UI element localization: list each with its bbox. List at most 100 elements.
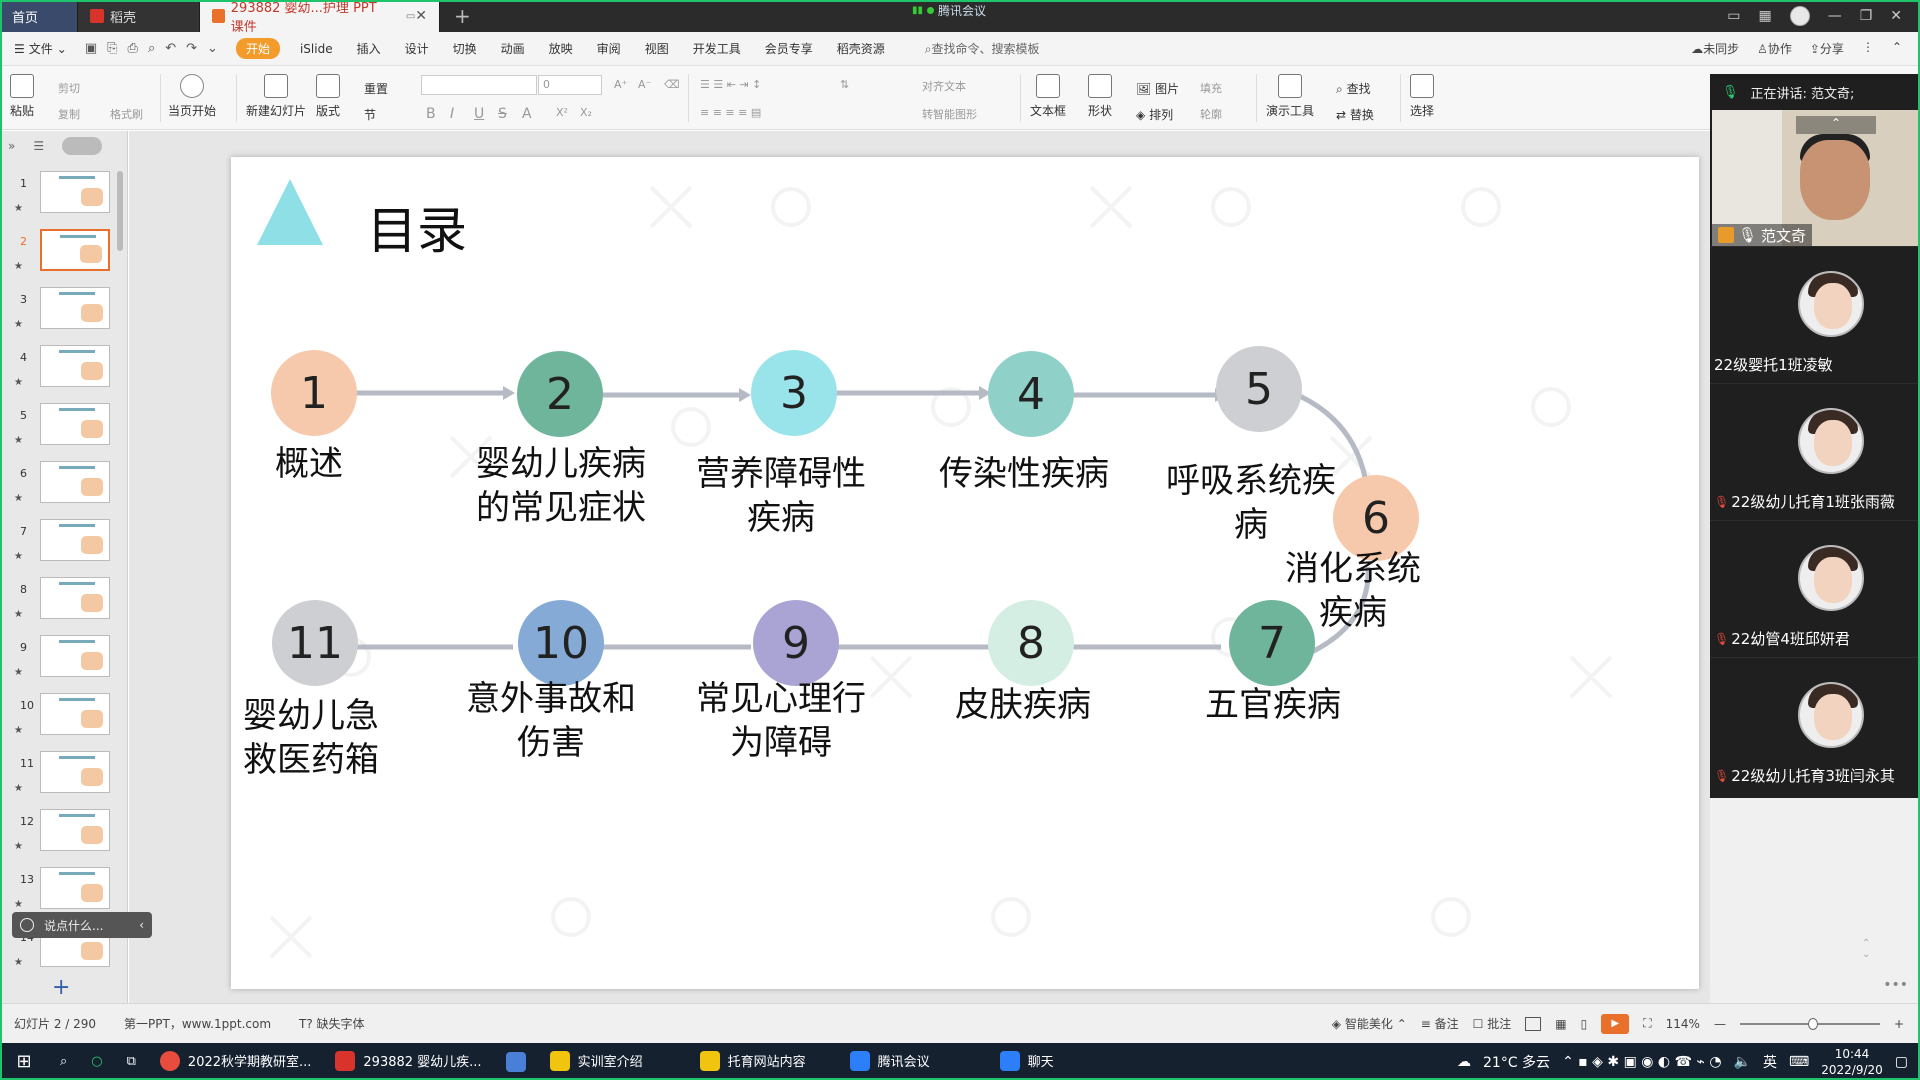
- meeting-indicator[interactable]: ▮▮ 腾讯会议: [912, 2, 986, 19]
- cut-button[interactable]: 剪切: [58, 80, 80, 96]
- save-icon[interactable]: ▣: [85, 41, 97, 56]
- windows-start-icon[interactable]: ⊞: [0, 1043, 48, 1080]
- weather-text[interactable]: 21°C 多云: [1483, 1052, 1550, 1072]
- shape-button[interactable]: 形状: [1088, 74, 1112, 119]
- minimize-icon[interactable]: —: [1828, 8, 1842, 24]
- new-slide-button[interactable]: 新建幻灯片: [246, 74, 306, 119]
- sorter-view-icon[interactable]: ▦: [1555, 1017, 1566, 1031]
- collaborate-button[interactable]: ♙协作: [1757, 40, 1792, 57]
- toc-label-4[interactable]: 传染性疾病: [934, 452, 1114, 496]
- notes-button[interactable]: ≡ 备注: [1421, 1015, 1459, 1032]
- more-options-icon[interactable]: •••: [1883, 977, 1908, 993]
- slide-thumbnail[interactable]: 12 ★: [0, 809, 120, 867]
- toc-label-10[interactable]: 意外事故和 伤害: [461, 677, 641, 765]
- toc-node-4[interactable]: 4: [988, 351, 1074, 437]
- taskbar-app-chat[interactable]: 聊天: [987, 1043, 1138, 1080]
- menu-design[interactable]: 设计: [393, 40, 441, 57]
- scroll-up-icon[interactable]: ⌃: [1796, 116, 1876, 134]
- expand-panel-icon[interactable]: »: [8, 139, 15, 153]
- copy-button[interactable]: 复制: [58, 106, 80, 122]
- subscript-icon[interactable]: X₂: [580, 106, 592, 119]
- redo-icon[interactable]: ↷: [186, 41, 197, 56]
- chevron-left-icon[interactable]: ‹: [139, 918, 152, 932]
- menu-slideshow[interactable]: 放映: [537, 40, 585, 57]
- tray-icons[interactable]: ⌃ ▪ ◈ ✱ ▣ ◉ ◐ ☎ ⌁ ◔: [1562, 1054, 1722, 1070]
- align-icons[interactable]: ≡ ≡ ≡ ≡ ▤: [700, 106, 761, 119]
- zoom-in-icon[interactable]: +: [1894, 1017, 1904, 1031]
- participant-tile[interactable]: 🎙 22幼管4班邱妍君: [1710, 520, 1920, 657]
- slide-thumbnail[interactable]: 2 ★: [0, 229, 120, 287]
- avatar[interactable]: [1789, 6, 1810, 26]
- slide-canvas[interactable]: 目录 1 概述 2 婴幼儿疾病 的常见症状 3 营养障碍性 疾病 4 传染性疾病…: [231, 157, 1699, 989]
- present-tools-button[interactable]: 演示工具: [1266, 74, 1314, 119]
- replace-button[interactable]: ⇄ 替换: [1336, 106, 1374, 123]
- notification-icon[interactable]: ▢: [1895, 1054, 1908, 1070]
- toc-node-7[interactable]: 7: [1229, 600, 1315, 686]
- window-close-icon[interactable]: ✕: [1890, 8, 1902, 24]
- restore-icon[interactable]: ❐: [1860, 8, 1873, 24]
- shrink-font-icon[interactable]: A⁻: [638, 78, 651, 91]
- export-icon[interactable]: ⎘: [107, 41, 117, 56]
- menu-view[interactable]: 视图: [633, 40, 681, 57]
- picture-button[interactable]: 🖼 图片: [1136, 80, 1179, 97]
- keyboard-icon[interactable]: ⌨: [1789, 1054, 1809, 1070]
- fill-button[interactable]: 填充: [1200, 80, 1222, 96]
- preview-icon[interactable]: ⌕: [148, 41, 155, 56]
- new-tab-button[interactable]: +: [440, 0, 485, 32]
- toc-node-5[interactable]: 5: [1216, 346, 1302, 432]
- text-direction-icon[interactable]: ⇅: [840, 78, 849, 91]
- participant-tile[interactable]: 🎙 22级幼儿托育1班张雨薇: [1710, 383, 1920, 520]
- bullets-icon[interactable]: ☰ ☰ ⇤ ⇥ ↕: [700, 78, 761, 91]
- superscript-icon[interactable]: X²: [556, 106, 568, 119]
- slide-thumbnail[interactable]: 7 ★: [0, 519, 120, 577]
- search-taskbar-icon[interactable]: ⌕: [48, 1043, 79, 1080]
- toc-label-11[interactable]: 婴幼儿急 救医药箱: [231, 694, 401, 782]
- play-current-button[interactable]: 当页开始: [168, 74, 216, 119]
- outline-button[interactable]: 轮廓: [1200, 106, 1222, 122]
- sync-button[interactable]: ☁未同步: [1691, 40, 1739, 57]
- menu-insert[interactable]: 插入: [345, 40, 393, 57]
- zoom-out-icon[interactable]: —: [1714, 1017, 1726, 1031]
- italic-icon[interactable]: I: [450, 106, 454, 122]
- underline-icon[interactable]: U: [474, 106, 484, 122]
- find-button[interactable]: ⌕ 查找: [1336, 80, 1371, 97]
- menu-review[interactable]: 审阅: [585, 40, 633, 57]
- slide-thumbnail[interactable]: 9 ★: [0, 635, 120, 693]
- taskbar-app-bird[interactable]: [494, 1043, 538, 1080]
- toc-label-9[interactable]: 常见心理行 为障碍: [691, 677, 871, 765]
- collapse-ribbon-icon[interactable]: ⌃: [1892, 40, 1902, 57]
- say-something-input[interactable]: 说点什么... ‹: [12, 912, 152, 938]
- smart-shape-button[interactable]: 转智能图形: [922, 106, 977, 122]
- align-text-button[interactable]: 对齐文本: [922, 78, 966, 94]
- slide-thumbnail[interactable]: 4 ★: [0, 345, 120, 403]
- cortana-icon[interactable]: ○: [79, 1043, 114, 1080]
- toc-node-1[interactable]: 1: [271, 350, 357, 436]
- reset-button[interactable]: 重置: [364, 80, 388, 97]
- customize-icon[interactable]: ⌄: [207, 41, 218, 56]
- ime-indicator[interactable]: 英: [1763, 1052, 1777, 1072]
- toc-label-2[interactable]: 婴幼儿疾病 的常见症状: [471, 442, 651, 530]
- toc-label-3[interactable]: 营养障碍性 疾病: [691, 452, 871, 540]
- zoom-knob[interactable]: [1807, 1017, 1818, 1030]
- taskbar-app-chrome[interactable]: 2022秋学期教研室...: [147, 1043, 324, 1080]
- reading-view-icon[interactable]: ▯: [1581, 1017, 1588, 1031]
- host-video[interactable]: ⌃ 🎙 范文奇: [1712, 110, 1920, 246]
- toc-node-8[interactable]: 8: [988, 600, 1074, 686]
- strike-icon[interactable]: S: [498, 106, 507, 122]
- slide-thumbnail[interactable]: 1 ★: [0, 171, 120, 229]
- volume-icon[interactable]: 🔈: [1734, 1054, 1751, 1070]
- slideshow-play-button[interactable]: ▶: [1601, 1013, 1630, 1034]
- toc-label-1[interactable]: 概述: [231, 442, 399, 486]
- menu-daoke-resources[interactable]: 稻壳资源: [825, 40, 897, 57]
- grow-font-icon[interactable]: A⁺: [614, 78, 627, 91]
- scroll-arrows-icon[interactable]: ⌃ ⌄: [1862, 938, 1870, 960]
- arrange-button[interactable]: ◈ 排列: [1136, 106, 1173, 123]
- beautify-button[interactable]: ◈ 智能美化 ⌃: [1332, 1015, 1407, 1032]
- task-view-icon[interactable]: ⧉: [115, 1043, 148, 1080]
- layout-icon[interactable]: ▭: [1727, 8, 1740, 24]
- tab-document[interactable]: 293882 婴幼...护理 PPT课件 ▭ ✕: [200, 0, 440, 35]
- print-icon[interactable]: ⎙: [128, 41, 138, 56]
- clear-format-icon[interactable]: ⌫: [664, 78, 680, 91]
- tab-home[interactable]: 首页: [0, 0, 78, 32]
- pin-icon[interactable]: ▭: [406, 11, 415, 22]
